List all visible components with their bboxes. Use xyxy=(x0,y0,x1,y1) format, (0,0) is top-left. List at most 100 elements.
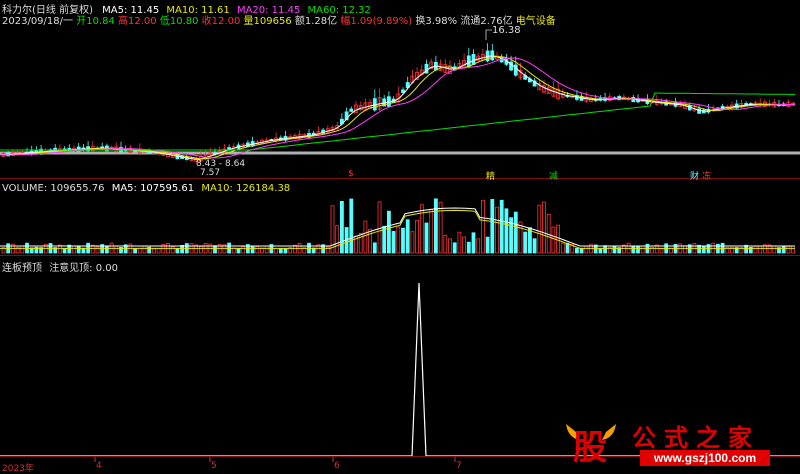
volume-bar xyxy=(556,224,560,254)
volume-bar xyxy=(457,231,462,254)
ma20-line xyxy=(0,57,796,159)
volume-bar xyxy=(419,204,424,254)
volume-bar xyxy=(175,248,180,254)
volume-bar xyxy=(377,201,382,254)
volume-bar xyxy=(180,244,185,254)
x-axis-label: 5 xyxy=(211,461,217,471)
volume-bar xyxy=(499,199,504,254)
volume-bar xyxy=(636,246,640,254)
volume-bar xyxy=(462,236,467,254)
volume-bar xyxy=(198,246,203,254)
event-tag-jian[interactable]: 减 xyxy=(549,169,558,182)
volume-bar xyxy=(142,245,147,254)
volume-bar xyxy=(584,245,589,254)
event-tag-cai[interactable]: 财 xyxy=(690,169,699,182)
volume-bar xyxy=(95,246,100,254)
candle-body xyxy=(471,54,476,65)
volume-bar xyxy=(513,211,518,254)
volume-bar xyxy=(753,245,758,254)
volume-header: VOLUME: 109655.76 MA5: 107595.61 MA10: 1… xyxy=(2,183,290,194)
volume-bar xyxy=(537,204,542,254)
volume-bar xyxy=(250,246,255,254)
kline-chart[interactable] xyxy=(0,0,800,473)
volume-bar xyxy=(598,247,603,254)
volume-bar xyxy=(701,245,706,254)
logo-char: 股 xyxy=(573,428,607,468)
volume-bar xyxy=(476,238,481,254)
event-tag-dong[interactable]: 冻 xyxy=(702,169,711,182)
volume-bar xyxy=(415,219,420,254)
volume-bar xyxy=(325,246,330,254)
volume-ma10-line xyxy=(0,209,795,249)
volume-bar xyxy=(339,200,344,254)
volume-bar xyxy=(523,231,528,254)
event-tag-jing[interactable]: 精 xyxy=(486,169,495,182)
volume-bar xyxy=(640,245,645,254)
candle-body xyxy=(401,89,405,94)
volume-bar xyxy=(76,245,81,254)
ma10-line xyxy=(0,56,796,160)
watermark-brand: 公式之家 xyxy=(632,423,760,452)
watermark-logo: 股 xyxy=(562,418,620,468)
volume-bar xyxy=(429,208,434,254)
event-tag-dividend[interactable]: $ xyxy=(348,169,354,179)
volume-bar xyxy=(335,225,340,254)
volume-bar xyxy=(786,246,791,254)
volume-bar xyxy=(542,201,546,254)
volume-bar xyxy=(241,246,246,254)
volume-ma-lines xyxy=(0,207,795,249)
volume-bar xyxy=(781,245,786,254)
high-price-label: 16.38 xyxy=(492,25,521,36)
volume-bar xyxy=(114,245,119,254)
volume-bar xyxy=(105,246,109,254)
x-axis-label: 7 xyxy=(456,461,462,471)
indicator-name[interactable]: 连板预顶 xyxy=(2,263,42,274)
volume-bar xyxy=(372,242,377,254)
volume-bar xyxy=(772,245,777,254)
volume-bar xyxy=(368,228,373,254)
volume-bar xyxy=(278,248,283,254)
volume-bar xyxy=(81,247,86,254)
volume-bar xyxy=(72,245,76,254)
x-axis-label: 6 xyxy=(334,461,340,471)
volume-bar xyxy=(452,242,457,254)
candle-body xyxy=(349,108,354,112)
volume-bar xyxy=(396,226,401,254)
volume-bar xyxy=(791,245,795,254)
volume-bar xyxy=(579,247,584,254)
volume-bar xyxy=(485,236,490,254)
volume-bar xyxy=(532,238,537,254)
volume-bar xyxy=(758,245,763,254)
volume-bar xyxy=(448,238,452,254)
volume-bar xyxy=(170,246,175,254)
volume-bar xyxy=(283,248,288,254)
x-axis-label: 4 xyxy=(96,461,102,471)
volume-bar xyxy=(551,226,556,254)
ma-lines xyxy=(0,55,796,160)
volume-bar xyxy=(363,220,368,254)
volume-bar xyxy=(518,221,523,254)
volume-bar xyxy=(560,242,565,254)
indicator-header: 连板预顶 注意见顶: 0.00 xyxy=(2,259,118,274)
volume-bar xyxy=(471,232,476,254)
candle-body xyxy=(490,50,495,61)
volume-bar xyxy=(575,248,579,254)
volume-bar xyxy=(405,219,410,254)
volume-bar xyxy=(612,246,617,254)
volume-bar xyxy=(410,231,415,254)
panel-separator xyxy=(0,255,800,256)
volume-label[interactable]: VOLUME: 109655.76 xyxy=(2,183,105,194)
volume-bar xyxy=(490,199,495,254)
volume-bar xyxy=(133,248,138,254)
volume-bar xyxy=(386,210,391,254)
volume-bar xyxy=(443,234,448,254)
volume-bar xyxy=(495,206,499,254)
x-axis-label: 2023年 xyxy=(2,464,34,474)
panel-separator xyxy=(0,178,800,179)
volume-bar xyxy=(683,245,687,254)
watermark-url[interactable]: www.gszj100.com xyxy=(640,450,770,466)
ma5-line xyxy=(0,55,796,160)
volume-bar xyxy=(401,227,405,254)
volume-bar xyxy=(391,231,396,254)
volume-bar xyxy=(62,248,67,254)
